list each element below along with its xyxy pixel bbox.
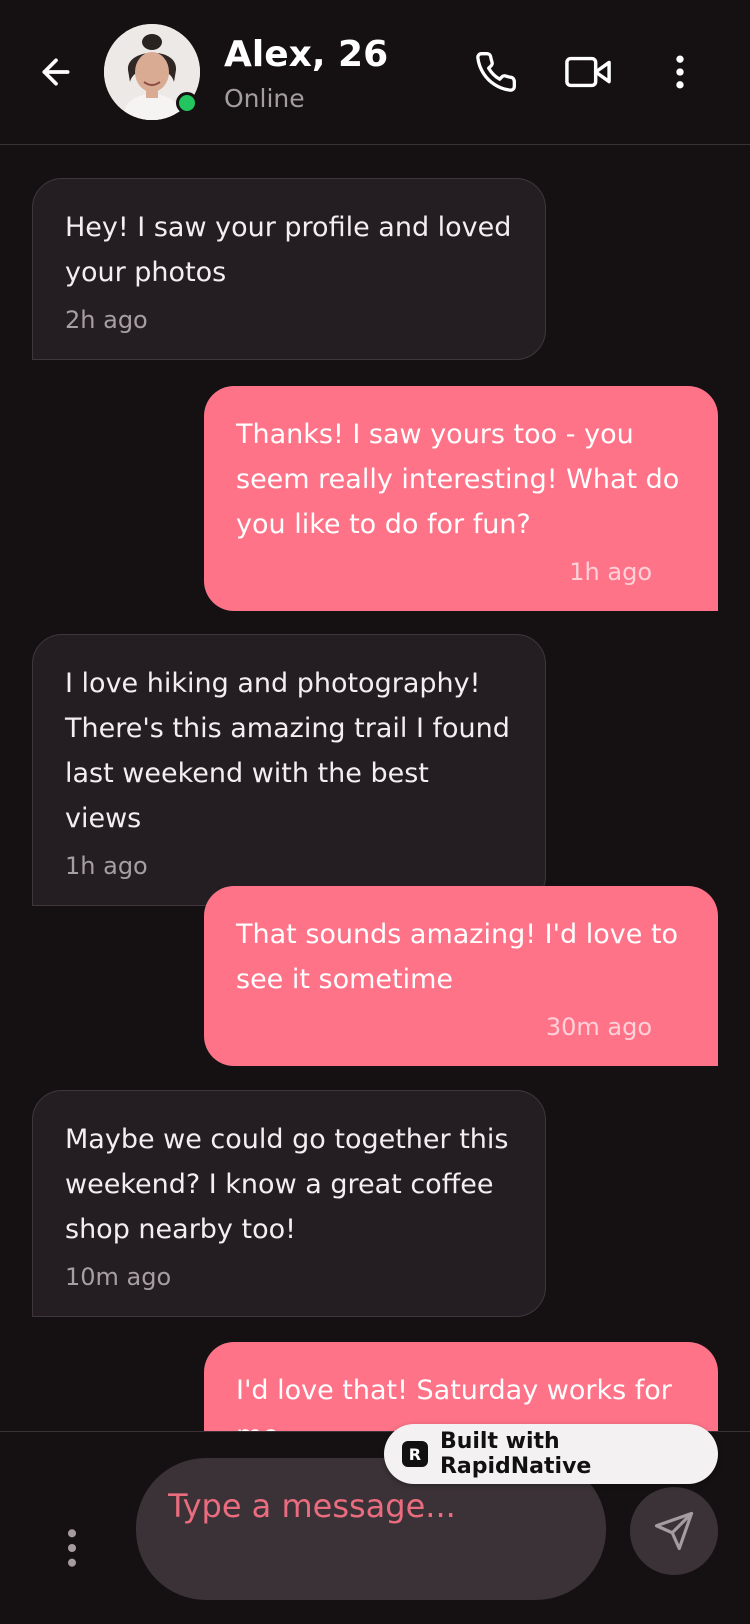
message-time: 2h ago bbox=[65, 306, 148, 334]
message-time: 10m ago bbox=[65, 1263, 172, 1291]
arrow-left-icon bbox=[42, 58, 70, 86]
message-outgoing: That sounds amazing! I'd love to see it … bbox=[204, 886, 718, 1066]
message-incoming: Maybe we could go together this weekend?… bbox=[32, 1090, 546, 1317]
message-text: That sounds amazing! I'd love to see it … bbox=[236, 919, 679, 995]
call-button[interactable] bbox=[468, 44, 524, 100]
message-text: Thanks! I saw yours too - you seem reall… bbox=[236, 419, 680, 540]
back-button[interactable] bbox=[32, 48, 80, 96]
phone-icon bbox=[476, 52, 516, 92]
avatar[interactable] bbox=[104, 24, 200, 120]
video-camera-icon bbox=[565, 56, 611, 88]
more-vertical-icon bbox=[676, 55, 684, 89]
contact-name: Alex, 26 bbox=[224, 34, 389, 75]
message-outgoing: Thanks! I saw yours too - you seem reall… bbox=[204, 386, 718, 611]
more-vertical-icon bbox=[67, 1529, 77, 1567]
message-text: I love hiking and photography! There's t… bbox=[65, 668, 510, 834]
badge-label: Built with RapidNative bbox=[439, 1429, 592, 1479]
message-text: I'd love that! Saturday works for me bbox=[236, 1375, 672, 1431]
message-time: 30m ago bbox=[545, 1013, 652, 1041]
chat-header: Alex, 26 Online bbox=[0, 0, 750, 145]
message-time: 1h ago bbox=[65, 852, 148, 880]
message-text: Hey! I saw your profile and loved your p… bbox=[65, 212, 512, 288]
chat-screen: Alex, 26 Online Hey! I saw your profile … bbox=[0, 0, 750, 1624]
message-outgoing: I'd love that! Saturday works for me bbox=[204, 1342, 718, 1431]
more-options-button[interactable] bbox=[652, 44, 708, 100]
send-icon bbox=[654, 1511, 694, 1551]
video-call-button[interactable] bbox=[560, 44, 616, 100]
send-button[interactable] bbox=[630, 1487, 718, 1575]
attachment-button[interactable] bbox=[50, 1502, 94, 1594]
message-list[interactable]: Hey! I saw your profile and loved your p… bbox=[0, 146, 750, 1431]
online-indicator bbox=[176, 92, 198, 114]
message-incoming: I love hiking and photography! There's t… bbox=[32, 634, 546, 906]
message-time: 1h ago bbox=[569, 558, 652, 586]
built-with-badge[interactable]: R Built with RapidNative bbox=[384, 1424, 718, 1484]
rapidnative-logo-icon: R bbox=[402, 1441, 428, 1467]
message-text: Maybe we could go together this weekend?… bbox=[65, 1124, 509, 1245]
contact-status: Online bbox=[224, 84, 305, 113]
message-incoming: Hey! I saw your profile and loved your p… bbox=[32, 178, 546, 360]
